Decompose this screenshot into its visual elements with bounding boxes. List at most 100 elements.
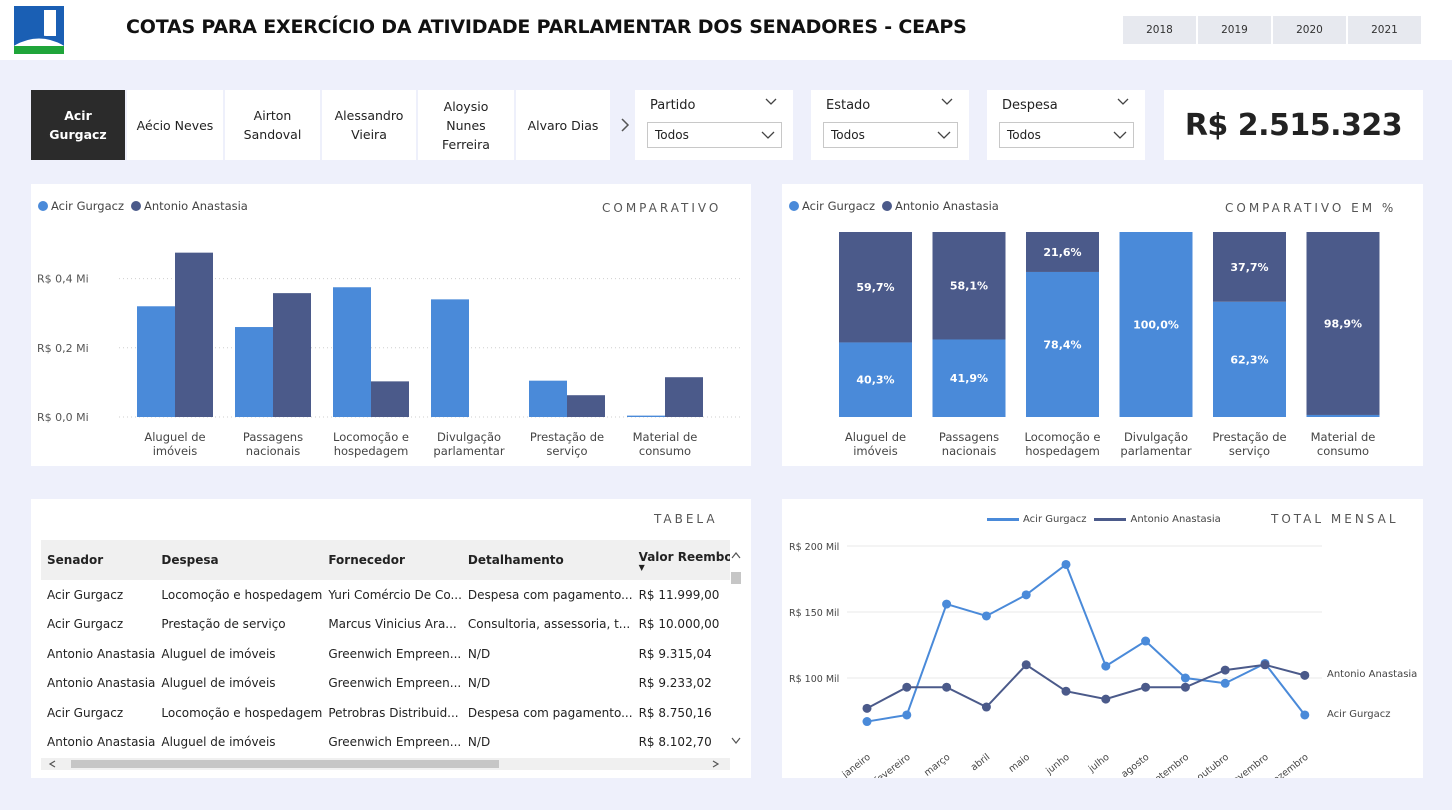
- table-cell: Prestação de serviço: [161, 617, 286, 632]
- data-point[interactable]: [1260, 660, 1270, 670]
- bar[interactable]: [137, 306, 175, 417]
- mensal-legend[interactable]: Acir Gurgacz Antonio Anastasia: [987, 514, 1221, 525]
- senator-button[interactable]: Airton Sandoval: [225, 90, 320, 160]
- senator-button[interactable]: Aécio Neves: [127, 90, 223, 160]
- data-point[interactable]: [862, 717, 872, 727]
- filter-select-despesa[interactable]: Todos: [999, 122, 1134, 148]
- data-point[interactable]: [862, 703, 872, 713]
- series-line[interactable]: [866, 663, 1306, 710]
- senator-label: Aloysio Nunes Ferreira: [442, 98, 490, 152]
- filter-label: Despesa: [1002, 98, 1058, 113]
- table-cell: R$ 8.750,16: [638, 705, 712, 720]
- senator-button[interactable]: Aloysio Nunes Ferreira: [418, 90, 514, 160]
- data-point[interactable]: [902, 682, 912, 692]
- mensal-chart[interactable]: R$ 100 Mil R$ 150 Mil R$ 200 Mil janeiro fev…: [782, 530, 1423, 778]
- bar[interactable]: [665, 377, 703, 417]
- series-line[interactable]: [866, 562, 1306, 723]
- chevron-down-icon: [761, 131, 775, 139]
- data-point[interactable]: [902, 710, 912, 720]
- data-point[interactable]: [1300, 710, 1310, 720]
- chevron-down-icon[interactable]: [765, 97, 777, 107]
- vertical-scrollbar[interactable]: [730, 548, 742, 746]
- data-point[interactable]: [1061, 559, 1071, 569]
- year-button-2021[interactable]: 2021: [1348, 16, 1421, 44]
- data-point[interactable]: [1220, 665, 1230, 675]
- comparativo-title: COMPARATIVO: [602, 201, 722, 215]
- chevron-right-icon[interactable]: [616, 116, 634, 134]
- x-tick-label: Prestação de serviço: [530, 430, 604, 458]
- y-tick-label: R$ 150 Mil: [789, 608, 839, 619]
- senator-button[interactable]: Alessandro Vieira: [322, 90, 416, 160]
- bar[interactable]: [371, 381, 409, 417]
- filter-select-partido[interactable]: Todos: [647, 122, 782, 148]
- data-point[interactable]: [1180, 673, 1190, 683]
- x-tick-label: janeiro: [840, 752, 873, 778]
- bar[interactable]: [273, 293, 311, 417]
- x-tick-label: setembro: [1149, 752, 1192, 778]
- column-header[interactable]: Fornecedor: [322, 540, 462, 580]
- data-point[interactable]: [1220, 678, 1230, 688]
- data-point[interactable]: [1141, 682, 1151, 692]
- table-cell: Petrobras Distribuid...: [328, 705, 459, 720]
- y-tick-label: R$ 0,0 Mi: [37, 411, 89, 424]
- table-row[interactable]: Acir Gurgacz Locomoção e hospedagem Petrob…: [41, 698, 730, 728]
- bar-segment[interactable]: [1306, 414, 1380, 417]
- table-cell: N/D: [467, 676, 491, 691]
- column-header[interactable]: Valor Reembolsado▼: [632, 540, 730, 580]
- table-row[interactable]: Antonio Anastasia Aluguel de imóveis Green…: [41, 639, 730, 669]
- x-tick-label: Divulgação parlamentar: [1120, 430, 1191, 458]
- data-point[interactable]: [942, 599, 952, 609]
- bar[interactable]: [567, 395, 605, 417]
- data-point[interactable]: [1300, 670, 1310, 680]
- bar[interactable]: [175, 252, 213, 417]
- data-label: 37,7%: [1230, 261, 1268, 274]
- comparativo-pct-legend[interactable]: Acir Gurgacz Antonio Anastasia: [789, 199, 999, 213]
- table-cell: Despesa com pagamento...: [467, 587, 633, 602]
- table-row[interactable]: Antonio Anastasia Aluguel de imóveis Green…: [41, 728, 730, 757]
- legend-dot: [789, 201, 799, 211]
- data-point[interactable]: [1101, 661, 1111, 671]
- senator-button[interactable]: Alvaro Dias: [516, 90, 610, 160]
- year-button-2018[interactable]: 2018: [1123, 16, 1196, 44]
- data-point[interactable]: [981, 611, 991, 621]
- data-point[interactable]: [1061, 686, 1071, 696]
- bar[interactable]: [333, 287, 371, 417]
- x-tick-label: Material de consumo: [1311, 430, 1376, 458]
- chevron-down-icon[interactable]: [1117, 97, 1129, 107]
- column-header[interactable]: Senador: [41, 540, 156, 580]
- table-row[interactable]: Acir Gurgacz Locomoção e hospedagem Yuri C…: [41, 580, 730, 610]
- data-point[interactable]: [942, 682, 952, 692]
- table-row[interactable]: Antonio Anastasia Aluguel de imóveis Green…: [41, 669, 730, 699]
- column-header[interactable]: Detalhamento: [461, 540, 633, 580]
- senator-button[interactable]: Acir Gurgacz: [31, 90, 125, 160]
- table-row[interactable]: Acir Gurgacz Prestação de serviço Marcus V…: [41, 610, 730, 640]
- data-point[interactable]: [1141, 636, 1151, 646]
- data-point[interactable]: [1021, 590, 1031, 600]
- horizontal-scrollbar[interactable]: [41, 755, 730, 770]
- column-header[interactable]: Despesa: [155, 540, 323, 580]
- data-point[interactable]: [1021, 660, 1031, 670]
- legend-line: [987, 517, 1019, 521]
- chevron-down-icon[interactable]: [941, 97, 953, 107]
- data-table: Senador Despesa Fornecedor Detalhamento Valo…: [41, 540, 730, 756]
- data-label: 78,4%: [1043, 338, 1081, 351]
- bar[interactable]: [627, 415, 665, 417]
- y-tick-label: R$ 0,2 Mi: [37, 342, 89, 355]
- bar[interactable]: [431, 299, 469, 417]
- table-cell: Acir Gurgacz: [47, 617, 124, 632]
- year-button-2020[interactable]: 2020: [1273, 16, 1346, 44]
- mensal-title: TOTAL MENSAL: [1271, 512, 1399, 526]
- table-cell: R$ 10.000,00: [638, 617, 720, 632]
- data-point[interactable]: [1101, 694, 1111, 704]
- comparativo-chart[interactable]: R$ 0,0 Mi R$ 0,2 Mi R$ 0,4 Mi Aluguel de imó…: [31, 220, 751, 466]
- data-point[interactable]: [981, 702, 991, 712]
- data-point[interactable]: [1180, 682, 1190, 692]
- end-label: Acir Gurgacz: [1327, 709, 1390, 720]
- comparativo-legend[interactable]: Acir Gurgacz Antonio Anastasia: [38, 199, 248, 213]
- comparativo-pct-chart[interactable]: 40,3% 59,7% Aluguel de imóveis 41,9% 58,1% Pas…: [782, 220, 1423, 466]
- bar[interactable]: [529, 380, 567, 417]
- filter-select-estado[interactable]: Todos: [823, 122, 958, 148]
- bar[interactable]: [235, 327, 273, 417]
- year-button-2019[interactable]: 2019: [1198, 16, 1271, 44]
- x-tick-label: agosto: [1119, 752, 1151, 778]
